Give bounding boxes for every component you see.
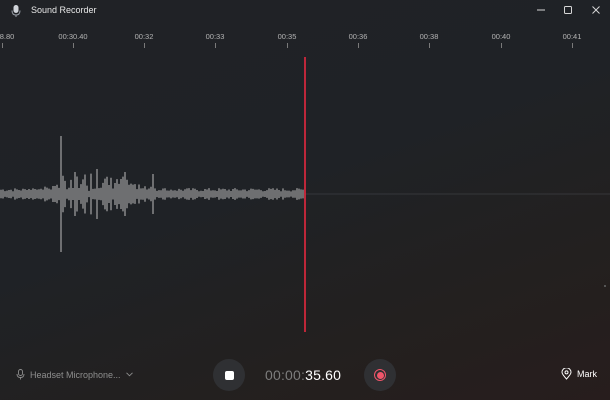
tick-label: 00:41 bbox=[562, 32, 582, 41]
minimize-icon bbox=[537, 9, 545, 11]
timer-value: 35.60 bbox=[305, 367, 342, 383]
title-bar: Sound Recorder bbox=[0, 0, 610, 22]
mark-button[interactable]: Mark bbox=[561, 368, 597, 380]
stop-icon bbox=[224, 370, 234, 380]
tick-mark bbox=[572, 43, 573, 48]
tick-label: 8.80 bbox=[0, 32, 15, 41]
location-pin-icon bbox=[561, 368, 572, 380]
scroll-indicator[interactable] bbox=[604, 285, 606, 287]
chevron-down-icon bbox=[125, 372, 133, 377]
tick-mark bbox=[2, 43, 3, 48]
control-bar: Headset Microphone... 00:00:35.60 Mark bbox=[0, 350, 610, 400]
timeline-ruler[interactable]: 8.80 00:30.40 00:32 00:33 00:35 00:36 00… bbox=[0, 28, 610, 50]
microphone-label: Headset Microphone... bbox=[30, 369, 121, 380]
recording-timer: 00:00:35.60 bbox=[265, 367, 341, 383]
tick-label: 00:38 bbox=[419, 32, 439, 41]
tick-mark bbox=[287, 43, 288, 48]
tick-label: 00:30.40 bbox=[58, 32, 88, 41]
tick-label: 00:36 bbox=[348, 32, 368, 41]
waveform-bars bbox=[0, 136, 304, 252]
maximize-icon bbox=[564, 6, 572, 14]
tick-mark bbox=[501, 43, 502, 48]
tick-label: 00:40 bbox=[491, 32, 511, 41]
close-button[interactable] bbox=[582, 0, 610, 20]
tick-label: 00:35 bbox=[277, 32, 297, 41]
tick-mark bbox=[144, 43, 145, 48]
tick-mark bbox=[429, 43, 430, 48]
mark-label: Mark bbox=[577, 369, 597, 379]
tick-mark bbox=[358, 43, 359, 48]
tick-mark bbox=[73, 43, 74, 48]
minimize-button[interactable] bbox=[527, 0, 555, 20]
maximize-button[interactable] bbox=[554, 0, 582, 20]
microphone-icon bbox=[16, 369, 25, 380]
timer-prefix: 00:00: bbox=[265, 367, 306, 383]
microphone-selector[interactable]: Headset Microphone... bbox=[16, 369, 133, 380]
microphone-app-icon bbox=[9, 4, 23, 18]
waveform bbox=[0, 57, 610, 332]
tick-mark bbox=[215, 43, 216, 48]
tick-label: 00:32 bbox=[134, 32, 154, 41]
record-button[interactable] bbox=[364, 359, 396, 391]
app-title: Sound Recorder bbox=[31, 5, 97, 15]
tick-label: 00:33 bbox=[205, 32, 225, 41]
waveform-area[interactable] bbox=[0, 52, 610, 342]
sound-recorder-window: Sound Recorder 8.80 00:30.40 00:32 00:33… bbox=[0, 0, 610, 400]
stop-button[interactable] bbox=[213, 359, 245, 391]
close-icon bbox=[592, 6, 600, 14]
record-icon bbox=[374, 369, 386, 381]
